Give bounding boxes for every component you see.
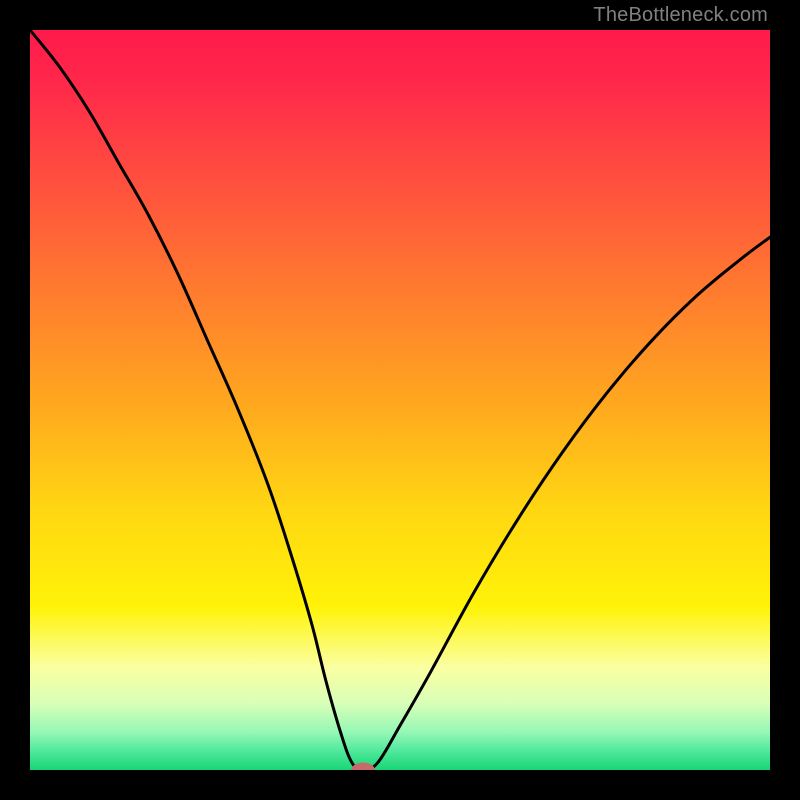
curve-layer	[30, 30, 770, 770]
plot-area	[30, 30, 770, 770]
chart-frame: TheBottleneck.com	[0, 0, 800, 800]
optimum-marker	[351, 763, 375, 770]
watermark-text: TheBottleneck.com	[593, 4, 768, 27]
bottleneck-curve	[30, 30, 770, 770]
